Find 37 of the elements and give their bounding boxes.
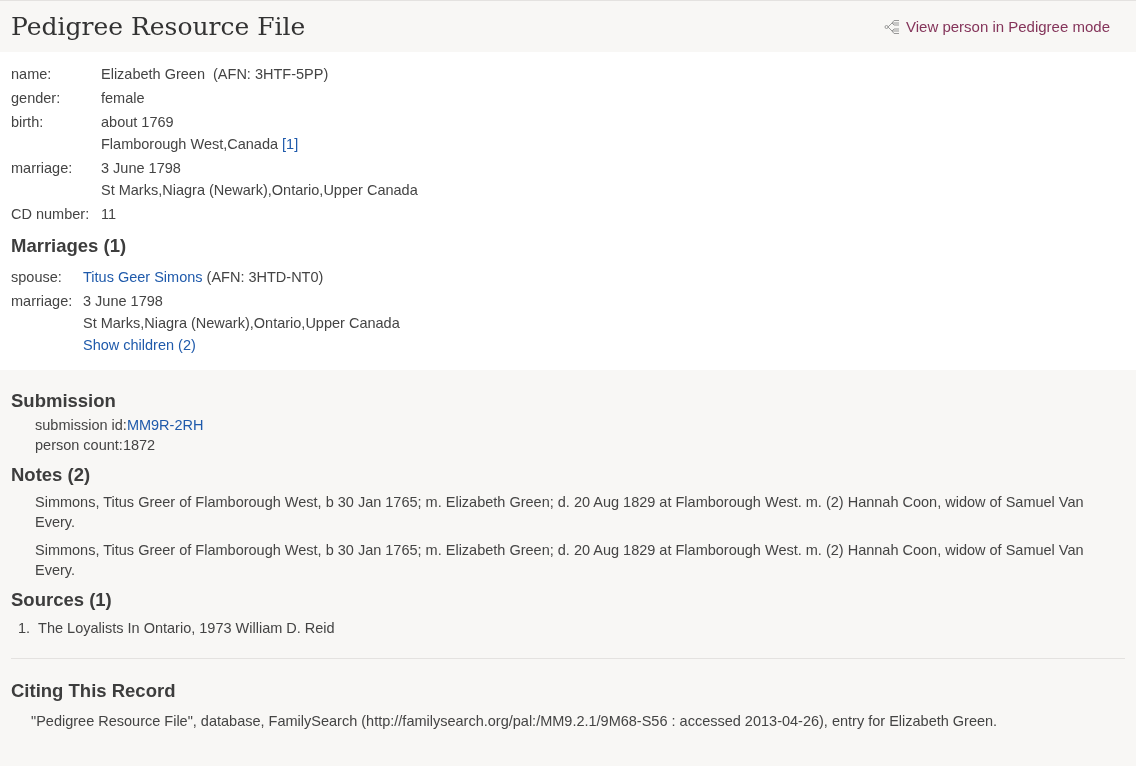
section-heading: Submission: [11, 389, 117, 413]
field-label: name:: [11, 65, 53, 84]
section-heading: Marriages (1): [11, 234, 128, 258]
field-label: spouse:: [11, 268, 63, 287]
field-value: Flamborough West,Canada: [101, 136, 279, 152]
record-link[interactable]: Titus Geer Simons: [83, 269, 203, 285]
field-value: female: [101, 90, 145, 106]
field-label: birth:: [11, 113, 45, 132]
record-link[interactable]: [1]: [282, 136, 299, 152]
field-label: marriage:: [11, 159, 74, 178]
field-value: 11: [101, 206, 117, 222]
field-value: St Marks,Niagra (Newark),Ontario,Upper Canada: [101, 182, 418, 198]
note-text: Simmons, Titus Greer of Flamborough West, b 30 Jan 1765; m. Elizabeth Green; d. 20 Aug 1829 at Flamborough West. m. (2) Hannah Coon, widow of Samuel Van Every.: [35, 541, 1085, 580]
field-label: gender:: [11, 89, 62, 108]
field-label: person count:: [35, 437, 123, 453]
field-label: CD number:: [11, 205, 91, 224]
field-label: submission id:: [35, 417, 127, 433]
field-value: 3 June 1798: [101, 160, 181, 176]
note-text: Simmons, Titus Greer of Flamborough West, b 30 Jan 1765; m. Elizabeth Green; d. 20 Aug 1829 at Flamborough West. m. (2) Hannah Coon, widow of Samuel Van Every.: [35, 493, 1085, 532]
field-value: St Marks,Niagra (Newark),Ontario,Upper Canada: [83, 315, 400, 331]
list-number: 1.: [18, 619, 31, 638]
pedigree-mode-link[interactable]: View person in Pedigree mode: [883, 18, 1110, 35]
citation-text: "Pedigree Resource File", database, FamilySearch (http://familysearch.org/pal:/MM9.2.1/9M68-S56 : accessed 2013-04-26), entry for Elizabeth Green.: [31, 712, 999, 731]
section-heading: Citing This Record: [11, 679, 177, 703]
source-text: The Loyalists In Ontario, 1973 William D. Reid: [38, 619, 335, 638]
record-link[interactable]: Show children (2): [83, 337, 196, 353]
page-title: Pedigree Resource File: [11, 12, 306, 41]
field-value: 3 June 1798: [83, 293, 163, 309]
field-label: marriage:: [11, 292, 74, 311]
section-heading: Sources (1): [11, 588, 113, 612]
field-value: (AFN: 3HTD-NT0): [205, 269, 324, 285]
pedigree-tree-icon: [883, 18, 900, 35]
submission-link[interactable]: MM9R-2RH: [126, 417, 204, 433]
field-value: 1872: [122, 437, 156, 453]
field-value: about 1769: [101, 114, 174, 130]
section-heading: Notes (2): [11, 463, 92, 487]
field-value: Elizabeth Green (AFN: 3HTF-5PP): [101, 66, 329, 82]
